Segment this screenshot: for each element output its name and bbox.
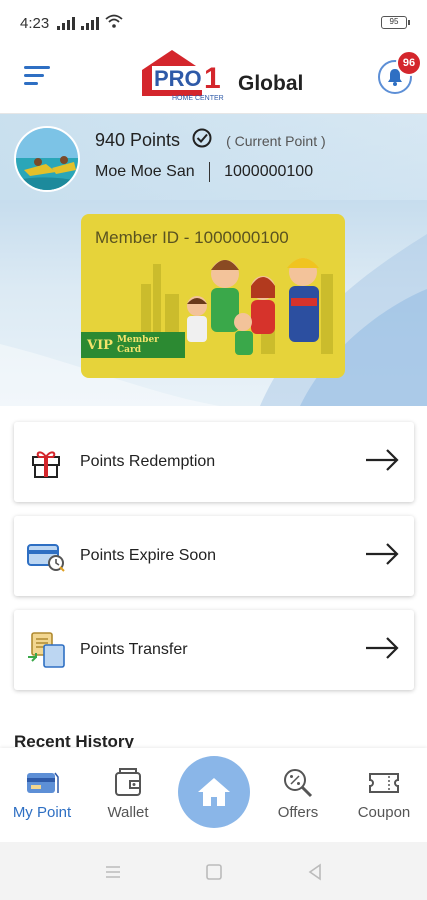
signal-icon [57,16,76,30]
vip-label: VIP Member Card [81,332,185,358]
points-summary: 940 Points ( Current Point ) [95,128,326,153]
current-point-label: ( Current Point ) [226,132,326,149]
coupon-icon [344,766,424,800]
points-value: 940 Points [95,130,181,150]
points-expire-soon-button[interactable]: Points Expire Soon [14,516,414,596]
user-info: Moe Moe San 1000000100 [95,162,313,182]
home-system-icon[interactable] [205,863,223,886]
menu-label: Points Transfer [80,641,188,658]
arrow-right-icon [364,542,400,571]
logo-global-text: Global [238,72,303,95]
points-transfer-button[interactable]: Points Transfer [14,610,414,690]
status-time: 4:23 [20,14,50,32]
wallet-icon [88,766,168,800]
pro1-global-logo: PRO 1 HOME CENTER Global [140,48,330,108]
check-circle-icon [192,128,212,153]
home-button[interactable] [178,756,250,828]
tab-coupon[interactable]: Coupon [344,766,424,821]
home-icon [198,778,230,806]
arrow-right-icon [364,448,400,477]
card-clock-icon [26,536,66,576]
recent-history-title: Recent History [14,732,134,748]
profile-hero: 940 Points ( Current Point ) Moe Moe San… [0,114,427,406]
menu-label: Points Redemption [80,453,216,470]
tab-label: Wallet [107,804,149,821]
card-icon [2,766,82,800]
notification-badge: 96 [396,50,422,76]
search-percent-icon [258,766,338,800]
vip-subtext: Member Card [116,335,159,355]
member-number: 1000000100 [224,163,314,180]
divider [208,162,211,182]
avatar[interactable] [14,126,80,192]
tab-label: Coupon [357,804,411,821]
tab-my-point[interactable]: My Point [2,766,82,821]
status-bar: 4:23 95 [0,0,427,46]
gift-icon [26,442,66,482]
menu-label: Points Expire Soon [80,547,217,564]
app-header: PRO 1 HOME CENTER Global 96 [0,46,427,114]
back-icon[interactable] [306,863,324,886]
logo-pro-text: PRO [154,66,202,91]
transfer-icon [26,630,66,670]
user-name: Moe Moe San [95,163,195,180]
member-id: Member ID - 1000000100 [95,228,289,247]
vip-member-card[interactable]: Member ID - 1000000100 VIP Member Card [81,214,345,378]
signal-icon [81,16,100,30]
menu-button[interactable] [24,66,52,90]
vip-text: VIP [87,337,113,353]
system-navigation-bar [0,842,427,900]
bottom-tab-bar: My Point Wallet Offers Coupon [0,748,427,842]
logo-tagline-text: HOME CENTER [172,95,224,102]
tab-label: My Point [12,804,72,821]
recent-apps-icon[interactable] [104,864,122,885]
tab-label: Offers [277,804,319,821]
tab-wallet[interactable]: Wallet [88,766,168,821]
arrow-right-icon [364,636,400,665]
wifi-icon [105,14,123,32]
battery-icon: 95 [381,16,410,29]
points-redemption-button[interactable]: Points Redemption [14,422,414,502]
tab-offers[interactable]: Offers [258,766,338,821]
logo-one-text: 1 [204,62,221,95]
